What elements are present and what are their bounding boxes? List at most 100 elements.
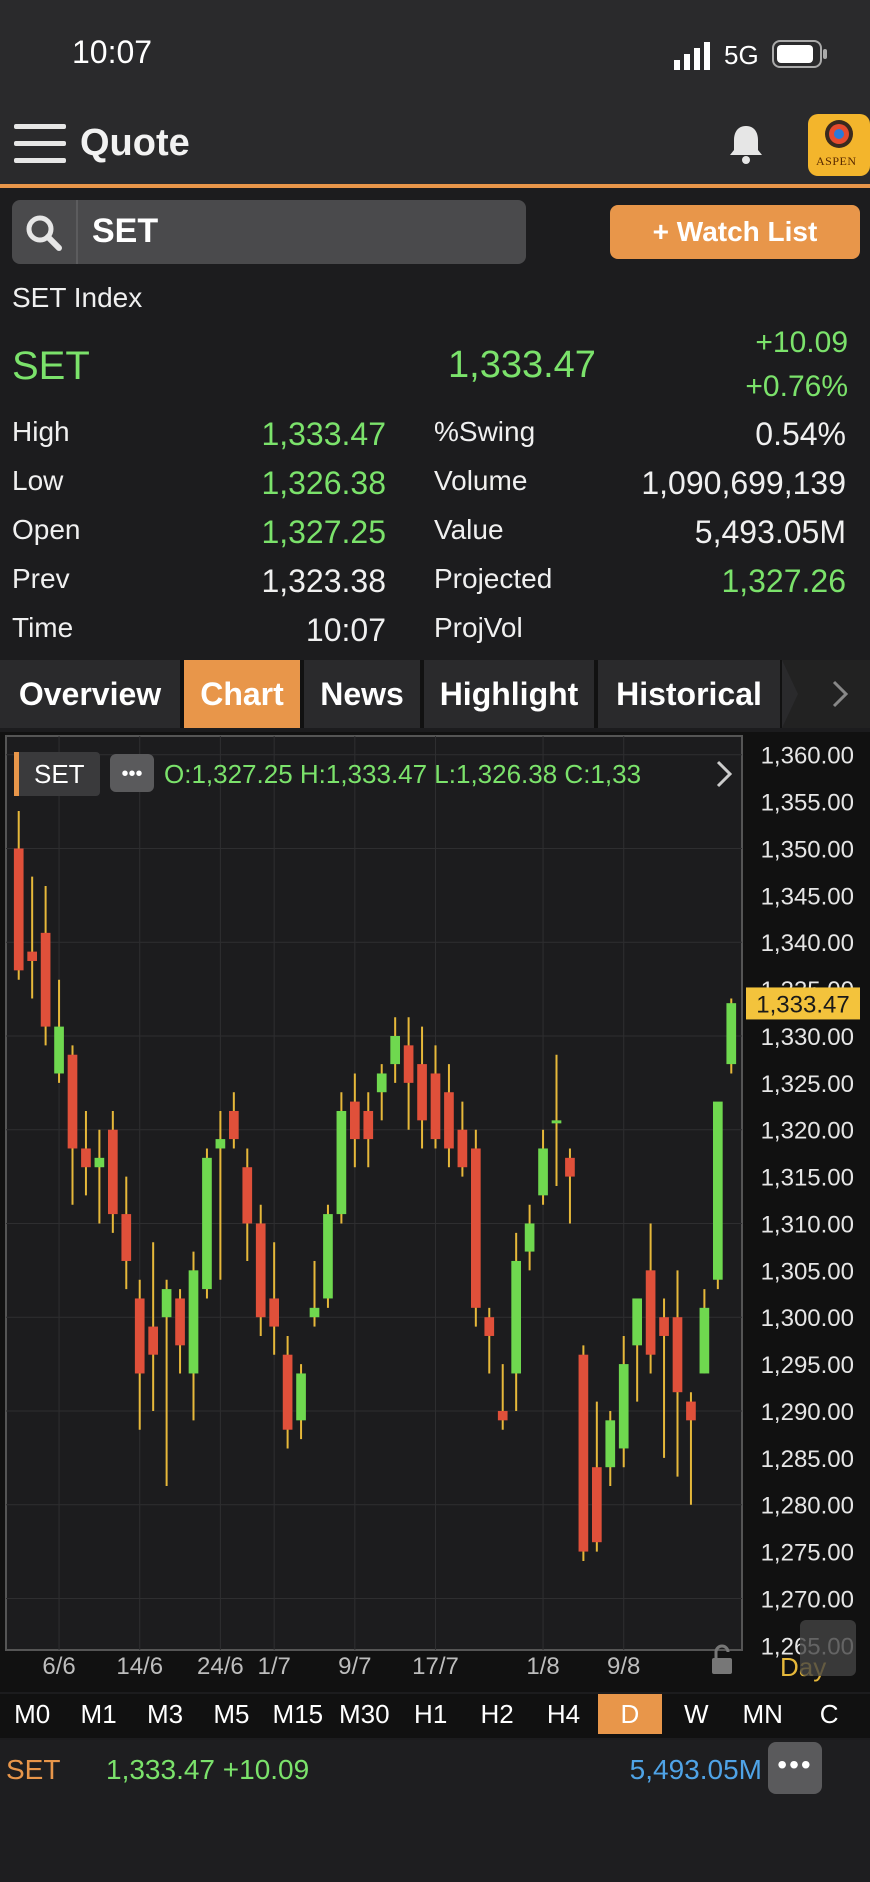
- candle-body: [175, 1298, 185, 1346]
- timeframe-mn[interactable]: MN: [731, 1694, 795, 1734]
- timeframe-w[interactable]: W: [664, 1694, 728, 1734]
- ticker-symbol: SET: [6, 1754, 61, 1785]
- candle-body: [551, 1120, 562, 1124]
- x-tick-label: 6/6: [42, 1653, 75, 1680]
- y-tick-label: 1,280.00: [761, 1493, 854, 1520]
- candle-body: [524, 1223, 535, 1252]
- x-tick-label: 9/8: [607, 1653, 640, 1680]
- menu-icon[interactable]: [14, 122, 66, 166]
- add-watchlist-button[interactable]: + Watch List: [610, 205, 860, 259]
- candle-body: [591, 1467, 602, 1543]
- timeframe-h1[interactable]: H1: [398, 1694, 462, 1734]
- x-tick-label: 24/6: [197, 1653, 244, 1680]
- timeframe-d[interactable]: D: [597, 1694, 663, 1734]
- symbol-search-input[interactable]: SET: [12, 200, 526, 264]
- y-tick-label: 1,350.00: [761, 836, 854, 863]
- x-tick-label: 1/7: [257, 1653, 290, 1680]
- search-value: SET: [92, 212, 159, 250]
- timeframe-h4[interactable]: H4: [531, 1694, 595, 1734]
- more-options-button[interactable]: •••: [768, 1742, 822, 1794]
- candle-body: [269, 1298, 280, 1327]
- candle-body: [618, 1364, 629, 1449]
- price-change: +10.09: [755, 326, 848, 359]
- timeframe-m3[interactable]: M3: [133, 1694, 197, 1734]
- y-tick-label: 1,310.00: [761, 1211, 854, 1238]
- timeframe-m15[interactable]: M15: [266, 1694, 330, 1734]
- candle-body: [94, 1157, 105, 1168]
- candle-body: [659, 1317, 669, 1336]
- candle-body: [672, 1317, 683, 1393]
- candle-body: [726, 1003, 737, 1065]
- y-tick-label: 1,355.00: [761, 790, 854, 817]
- chart-symbol-badge-accent: [14, 752, 19, 796]
- stat-label: Low: [12, 465, 64, 496]
- stat-value: 1,327.26: [721, 563, 846, 599]
- candle-body: [605, 1420, 616, 1468]
- y-tick-label: 1,300.00: [761, 1305, 854, 1332]
- y-tick-label: 1,270.00: [761, 1586, 854, 1613]
- tab-scroll-right-icon[interactable]: [782, 660, 870, 728]
- candle-body: [444, 1092, 454, 1149]
- y-tick-label: 1,285.00: [761, 1446, 854, 1473]
- candle-body: [188, 1270, 199, 1374]
- y-tick-label: 1,290.00: [761, 1399, 854, 1426]
- aspen-logo[interactable]: ASPEN: [808, 114, 870, 176]
- candlestick-chart[interactable]: 1,265.001,270.001,275.001,280.001,285.00…: [0, 732, 870, 1692]
- candle-body: [538, 1148, 548, 1196]
- stat-label: Volume: [434, 465, 528, 496]
- candle-body: [40, 932, 51, 1027]
- battery-icon: [772, 40, 827, 68]
- y-tick-label: 1,275.00: [761, 1540, 854, 1567]
- candle-body: [54, 1026, 64, 1074]
- candle-body: [67, 1054, 78, 1149]
- tab-highlight[interactable]: Highlight: [424, 660, 594, 728]
- tab-historical[interactable]: Historical: [598, 660, 780, 728]
- candle-body: [417, 1064, 427, 1121]
- x-tick-label: 17/7: [412, 1653, 459, 1680]
- tab-overview[interactable]: Overview: [0, 660, 180, 728]
- stat-label: Prev: [12, 563, 70, 594]
- candle-body: [309, 1307, 320, 1318]
- quote-symbol: SET: [12, 344, 90, 388]
- candle-body: [497, 1410, 508, 1421]
- stat-label: Value: [434, 514, 504, 545]
- tab-news[interactable]: News: [304, 660, 420, 728]
- stat-value: 10:07: [305, 612, 386, 648]
- price-chart[interactable]: 1,265.001,270.001,275.001,280.001,285.00…: [0, 732, 870, 1692]
- x-tick-label: 9/7: [338, 1653, 371, 1680]
- page-title: Quote: [80, 122, 190, 164]
- network-type: 5G: [724, 40, 759, 70]
- timeframe-c[interactable]: C: [797, 1694, 861, 1734]
- stat-label: Projected: [434, 563, 553, 594]
- candle-body: [511, 1260, 522, 1374]
- timeframe-m30[interactable]: M30: [332, 1694, 396, 1734]
- candle-body: [121, 1214, 132, 1261]
- stat-label: Open: [12, 514, 81, 545]
- candle-body: [632, 1298, 643, 1346]
- y-tick-label: 1,315.00: [761, 1165, 854, 1192]
- candle-body: [376, 1073, 387, 1093]
- candle-body: [242, 1167, 253, 1224]
- y-tick-label: 1,340.00: [761, 930, 854, 957]
- candle-body: [282, 1354, 293, 1430]
- search-icon: [26, 215, 62, 251]
- timeframe-m5[interactable]: M5: [199, 1694, 263, 1734]
- stat-value: 1,323.38: [261, 563, 386, 599]
- stat-value: 5,493.05M: [694, 514, 846, 550]
- timeframe-h2[interactable]: H2: [465, 1694, 529, 1734]
- candle-body: [645, 1270, 656, 1355]
- signal-icon: [674, 42, 710, 70]
- candle-body: [134, 1298, 145, 1374]
- tab-chart[interactable]: Chart: [184, 660, 300, 728]
- notification-bell-icon[interactable]: [726, 122, 766, 166]
- candle-body: [578, 1354, 589, 1552]
- candle-body: [228, 1110, 239, 1140]
- candle-body: [81, 1148, 91, 1168]
- timeframe-m0[interactable]: M0: [0, 1694, 64, 1734]
- app-header: Quote ASPEN: [0, 110, 870, 188]
- timeframe-m1[interactable]: M1: [66, 1694, 130, 1734]
- chart-menu-dots: •••: [121, 763, 142, 785]
- stat-value: 1,090,699,139: [641, 465, 846, 501]
- stat-label: Time: [12, 612, 74, 643]
- candle-body: [13, 848, 24, 971]
